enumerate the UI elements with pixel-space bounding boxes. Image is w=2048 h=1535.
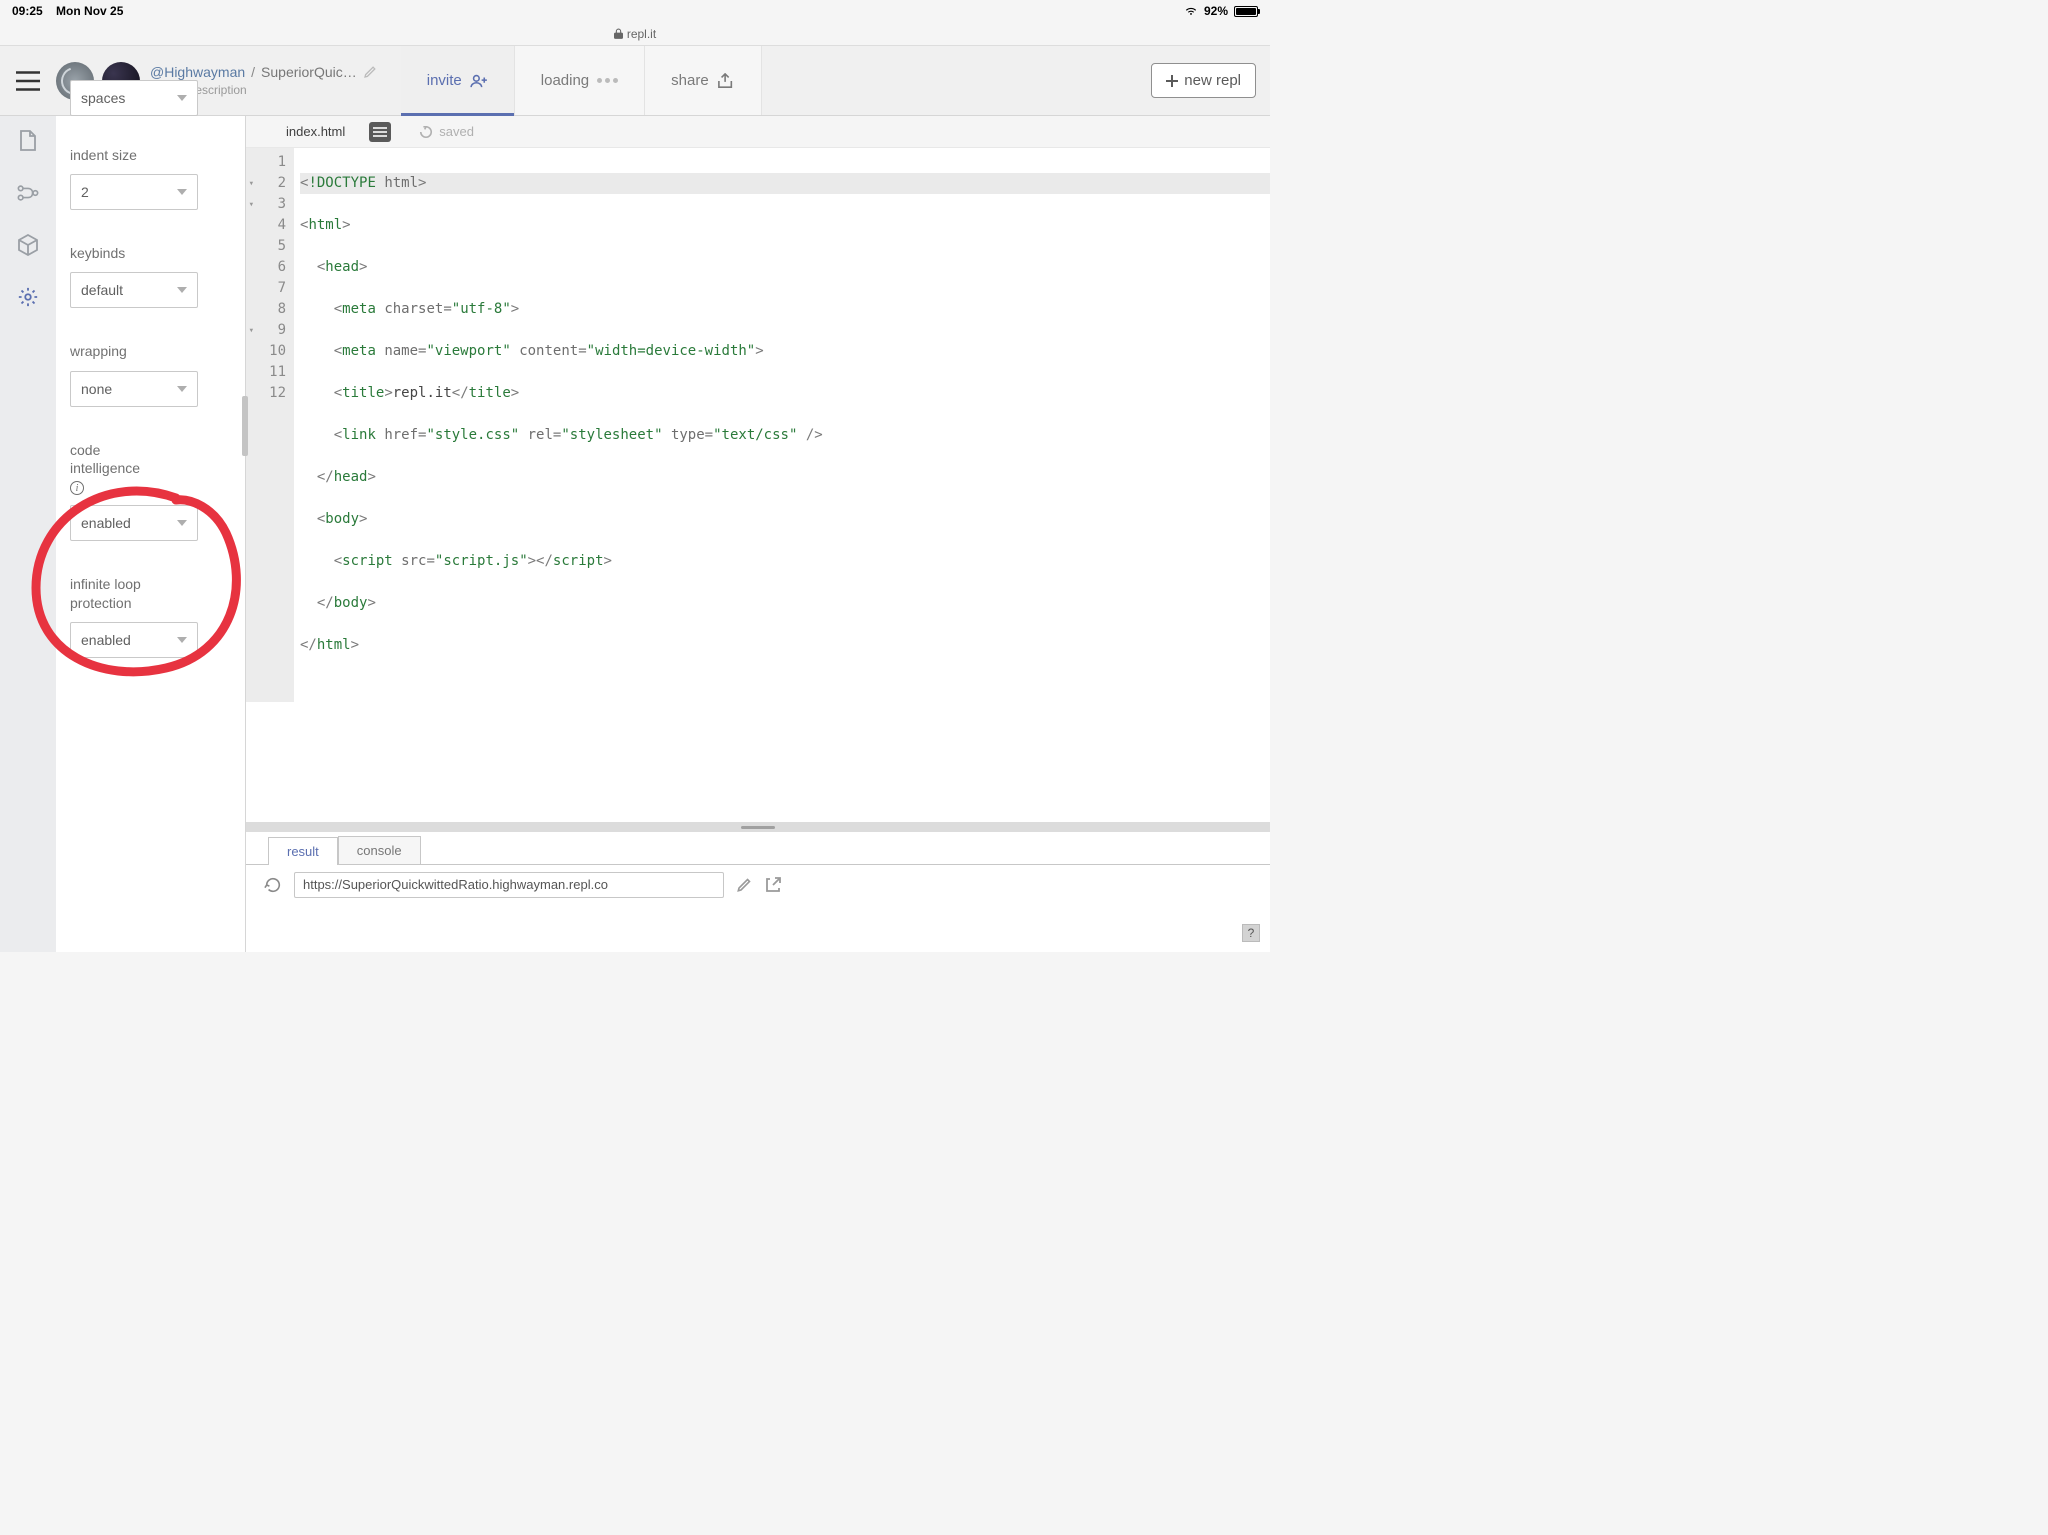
output-tabs: result console bbox=[246, 832, 1270, 864]
tab-result[interactable]: result bbox=[268, 837, 338, 865]
settings-gear-icon[interactable] bbox=[17, 286, 39, 308]
vertical-splitter[interactable] bbox=[242, 396, 248, 456]
setting-code-intelligence: code intelligence i enabled bbox=[70, 441, 231, 542]
menu-button[interactable] bbox=[0, 71, 56, 91]
version-control-icon[interactable] bbox=[17, 182, 39, 204]
chevron-down-icon bbox=[177, 287, 187, 293]
tab-share[interactable]: share bbox=[645, 46, 762, 115]
chevron-down-icon bbox=[177, 95, 187, 101]
file-tab-index[interactable]: index.html bbox=[276, 118, 355, 145]
editor-pane: index.html saved 1 2 3 4 5 6 7 8 9 10 11… bbox=[246, 116, 1270, 952]
spaces-select[interactable]: spaces bbox=[70, 80, 198, 116]
line-gutter: 1 2 3 4 5 6 7 8 9 10 11 12 bbox=[246, 148, 294, 702]
new-repl-button[interactable]: new repl bbox=[1151, 63, 1256, 98]
info-icon[interactable]: i bbox=[70, 481, 84, 495]
file-tab-bar: index.html saved bbox=[246, 116, 1270, 148]
ipad-status-bar: 09:25 Mon Nov 25 92% bbox=[0, 0, 1270, 22]
status-date: Mon Nov 25 bbox=[56, 4, 123, 18]
tab-console[interactable]: console bbox=[338, 836, 421, 864]
top-tabs: invite loading share bbox=[401, 46, 762, 115]
invite-icon bbox=[470, 74, 488, 88]
indent-size-select[interactable]: 2 bbox=[70, 174, 198, 210]
setting-infinite-loop: infinite loop protection enabled bbox=[70, 575, 231, 657]
settings-panel: spaces indent size 2 keybinds default wr… bbox=[56, 116, 246, 952]
refresh-icon[interactable] bbox=[264, 876, 282, 894]
code-editor[interactable]: 1 2 3 4 5 6 7 8 9 10 11 12 <!DOCTYPE htm… bbox=[246, 148, 1270, 702]
chevron-down-icon bbox=[177, 520, 187, 526]
repl-name[interactable]: SuperiorQuic… bbox=[261, 64, 357, 80]
setting-indent-size: indent size 2 bbox=[70, 146, 231, 210]
preview-url-input[interactable] bbox=[294, 872, 724, 898]
output-panel: result console bbox=[246, 832, 1270, 952]
chevron-down-icon bbox=[177, 386, 187, 392]
keybinds-select[interactable]: default bbox=[70, 272, 198, 308]
battery-icon bbox=[1234, 6, 1258, 17]
owner-link[interactable]: @Highwayman bbox=[150, 64, 245, 80]
tab-invite[interactable]: invite bbox=[401, 46, 515, 115]
open-external-icon[interactable] bbox=[764, 876, 782, 894]
edit-name-icon[interactable] bbox=[363, 65, 377, 79]
browser-domain: repl.it bbox=[627, 27, 656, 41]
chevron-down-icon bbox=[177, 637, 187, 643]
left-rail bbox=[0, 116, 56, 952]
setting-keybinds: keybinds default bbox=[70, 244, 231, 308]
setting-spaces: spaces bbox=[70, 80, 231, 116]
browser-url-bar: repl.it bbox=[0, 22, 1270, 46]
setting-wrapping: wrapping none bbox=[70, 342, 231, 406]
loading-dots-icon bbox=[597, 78, 618, 83]
edit-url-icon[interactable] bbox=[736, 877, 752, 893]
packages-icon[interactable] bbox=[17, 234, 39, 256]
tab-loading[interactable]: loading bbox=[515, 46, 645, 115]
wifi-icon bbox=[1184, 6, 1198, 16]
lock-icon bbox=[614, 28, 623, 39]
help-button[interactable]: ? bbox=[1242, 924, 1260, 942]
editor-layout-button[interactable] bbox=[369, 122, 391, 142]
code-content[interactable]: <!DOCTYPE html> <html> <head> <meta char… bbox=[294, 148, 1270, 702]
main-layout: spaces indent size 2 keybinds default wr… bbox=[0, 116, 1270, 952]
status-time: 09:25 bbox=[12, 4, 43, 18]
horizontal-splitter[interactable] bbox=[246, 822, 1270, 832]
infinite-loop-select[interactable]: enabled bbox=[70, 622, 198, 658]
chevron-down-icon bbox=[177, 189, 187, 195]
files-icon[interactable] bbox=[17, 130, 39, 152]
preview-iframe[interactable] bbox=[246, 904, 1270, 952]
saved-indicator: saved bbox=[419, 124, 474, 139]
share-icon bbox=[717, 73, 735, 89]
battery-percent: 92% bbox=[1204, 4, 1228, 18]
code-intelligence-select[interactable]: enabled bbox=[70, 505, 198, 541]
wrapping-select[interactable]: none bbox=[70, 371, 198, 407]
output-toolbar bbox=[246, 864, 1270, 904]
